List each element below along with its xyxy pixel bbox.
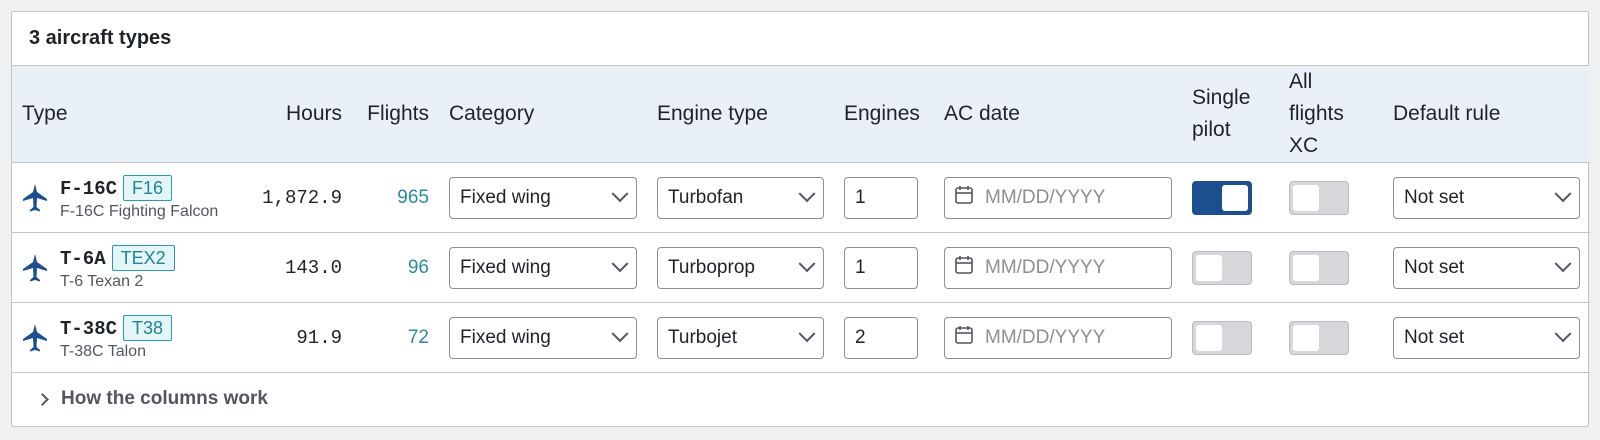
engine-type-select[interactable]: Turbofan (657, 176, 824, 219)
engines-input[interactable]: 2 (844, 316, 918, 359)
type-name: F-16C Fighting Falcon (60, 202, 219, 220)
aircraft-types-table: Type Hours Flights Category Engine type … (12, 66, 1590, 373)
table-row: T-6A TEX2 T-6 Texan 2 143.0 96 Fixed wing… (12, 232, 1590, 303)
col-hours[interactable]: Hours (252, 66, 352, 163)
single-pilot-toggle[interactable] (1192, 180, 1252, 215)
chevron-down-icon (1554, 254, 1572, 272)
category-value: Fixed wing (460, 326, 551, 348)
chevron-down-icon (1554, 324, 1572, 342)
chevron-down-icon (798, 184, 816, 202)
flights-link[interactable]: 96 (352, 232, 439, 303)
hours-cell: 143.0 (252, 232, 352, 303)
col-flights[interactable]: Flights (352, 66, 439, 163)
airplane-icon (22, 253, 48, 283)
all-flights-xc-toggle[interactable] (1289, 320, 1349, 355)
single-pilot-toggle[interactable] (1192, 250, 1252, 285)
chevron-down-icon (611, 184, 629, 202)
engine-type-select[interactable]: Turboprop (657, 246, 824, 289)
col-default-rule[interactable]: Default rule (1383, 66, 1590, 163)
flights-link[interactable]: 72 (352, 302, 439, 373)
calendar-icon (955, 255, 973, 280)
category-select[interactable]: Fixed wing (449, 246, 637, 289)
footer-label: How the columns work (61, 388, 268, 409)
chevron-right-icon (36, 392, 49, 406)
how-columns-work-disclosure[interactable]: How the columns work (12, 373, 1588, 425)
col-ac-date[interactable]: AC date (934, 66, 1182, 163)
default-rule-value: Not set (1404, 256, 1465, 278)
category-select[interactable]: Fixed wing (449, 316, 637, 359)
panel-title: 3 aircraft types (12, 12, 1588, 66)
table-row: T-38C T38 T-38C Talon 91.9 72 Fixed wing … (12, 302, 1590, 373)
type-badge: T38 (123, 314, 173, 341)
col-engine-type[interactable]: Engine type (647, 66, 834, 163)
calendar-icon (955, 325, 973, 350)
default-rule-value: Not set (1404, 186, 1465, 208)
engines-input[interactable]: 1 (844, 246, 918, 289)
col-single-pilot[interactable]: Single pilot (1182, 66, 1279, 163)
default-rule-select[interactable]: Not set (1393, 316, 1580, 359)
type-name: T-6 Texan 2 (60, 272, 144, 290)
engine-type-value: Turbofan (668, 186, 744, 208)
category-value: Fixed wing (460, 256, 551, 278)
default-rule-value: Not set (1404, 326, 1465, 348)
chevron-down-icon (611, 254, 629, 272)
hours-cell: 1,872.9 (252, 162, 352, 233)
col-all-flights-xc[interactable]: All flights XC (1279, 66, 1383, 163)
ac-date-input[interactable]: MM/DD/YYYY (944, 316, 1172, 359)
type-code: F-16C (60, 177, 118, 200)
all-flights-xc-toggle[interactable] (1289, 250, 1349, 285)
aircraft-types-panel: 3 aircraft types Type Hours Flights Cate… (11, 11, 1590, 427)
chevron-down-icon (798, 324, 816, 342)
ac-date-placeholder: MM/DD/YYYY (985, 256, 1106, 278)
airplane-icon (22, 323, 48, 353)
engines-input[interactable]: 1 (844, 176, 918, 219)
table-row: F-16C F16 F-16C Fighting Falcon 1,872.9 9… (12, 162, 1590, 233)
chevron-down-icon (611, 324, 629, 342)
col-category[interactable]: Category (439, 66, 647, 163)
type-badge: TEX2 (111, 244, 175, 271)
col-engines[interactable]: Engines (834, 66, 934, 163)
all-flights-xc-toggle[interactable] (1289, 180, 1349, 215)
type-badge: F16 (123, 174, 173, 201)
type-cell: F-16C F16 F-16C Fighting Falcon (12, 162, 252, 233)
ac-date-placeholder: MM/DD/YYYY (985, 186, 1106, 208)
type-name: T-38C Talon (60, 342, 146, 360)
hours-cell: 91.9 (252, 302, 352, 373)
col-type[interactable]: Type (12, 66, 252, 163)
type-cell: T-6A TEX2 T-6 Texan 2 (12, 232, 252, 303)
default-rule-select[interactable]: Not set (1393, 246, 1580, 289)
ac-date-input[interactable]: MM/DD/YYYY (944, 246, 1172, 289)
category-value: Fixed wing (460, 186, 551, 208)
chevron-down-icon (798, 254, 816, 272)
type-code: T-6A (60, 247, 106, 270)
type-cell: T-38C T38 T-38C Talon (12, 302, 252, 373)
single-pilot-toggle[interactable] (1192, 320, 1252, 355)
engine-type-value: Turbojet (668, 326, 737, 348)
default-rule-select[interactable]: Not set (1393, 176, 1580, 219)
category-select[interactable]: Fixed wing (449, 176, 637, 219)
chevron-down-icon (1554, 184, 1572, 202)
engine-type-select[interactable]: Turbojet (657, 316, 824, 359)
airplane-icon (22, 183, 48, 213)
ac-date-input[interactable]: MM/DD/YYYY (944, 176, 1172, 219)
type-code: T-38C (60, 317, 118, 340)
ac-date-placeholder: MM/DD/YYYY (985, 326, 1106, 348)
engine-type-value: Turboprop (668, 256, 755, 278)
calendar-icon (955, 185, 973, 210)
flights-link[interactable]: 965 (352, 162, 439, 233)
table-header-row: Type Hours Flights Category Engine type … (12, 66, 1590, 163)
